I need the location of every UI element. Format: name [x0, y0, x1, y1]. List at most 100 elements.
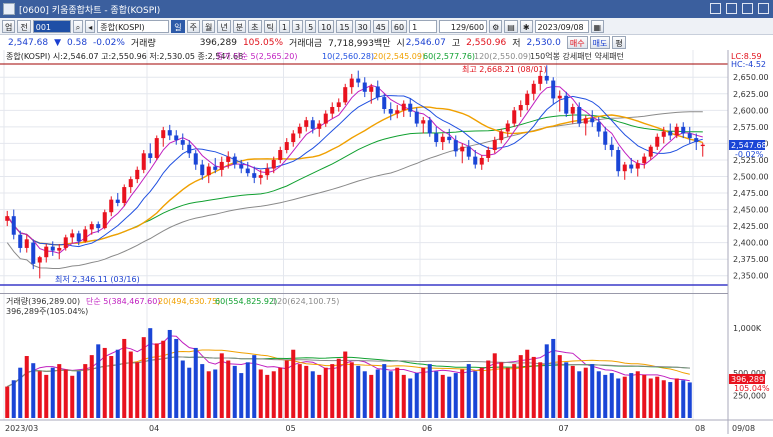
period-tick[interactable]: 틱: [263, 19, 277, 33]
volume-bar: [193, 347, 198, 418]
volume-bar: [655, 376, 660, 418]
volume-legend-main: 거래량(396,289.00): [6, 296, 80, 306]
price-axis-label: 2,400.00: [733, 239, 769, 248]
volume-bar: [583, 367, 588, 418]
price-volume-chart[interactable]: 종합(KOSPI) 시:2,546.07 고:2,550.96 저:2,530.…: [0, 50, 773, 434]
volume-bar: [356, 365, 361, 418]
volume-pct: 105.05%: [242, 37, 283, 48]
volume-bar: [499, 362, 504, 418]
period-year[interactable]: 년: [217, 19, 231, 33]
price-change-pct: -0.02%: [93, 37, 125, 48]
calendar-icon[interactable]: ▦: [590, 19, 605, 33]
window-controls: [710, 3, 769, 14]
period-month[interactable]: 월: [202, 19, 216, 33]
tick-value-input[interactable]: 1: [409, 19, 438, 33]
volume-bar: [349, 362, 354, 418]
open-value: 2,546.07: [405, 37, 446, 48]
amount-value: 7,718,993백만: [328, 39, 391, 49]
period-second[interactable]: 초: [248, 19, 262, 33]
volume-bar: [83, 364, 88, 418]
minimize-icon[interactable]: [726, 3, 737, 14]
price-axis-label: 2,500.00: [733, 172, 769, 181]
close-icon[interactable]: [758, 3, 769, 14]
period-day[interactable]: 일: [171, 19, 185, 33]
low-label: 저: [512, 39, 521, 49]
legend-ma120: 120(2,550.09): [474, 52, 531, 61]
minute-10[interactable]: 10: [318, 19, 335, 33]
volume-bar: [31, 363, 36, 418]
volume-bar: [128, 351, 133, 418]
restore-icon[interactable]: [710, 3, 721, 14]
date-field[interactable]: 2023/09/08: [534, 19, 589, 33]
time-axis-label: 09/08: [732, 424, 755, 433]
candle: [154, 135, 159, 160]
volume-bar: [70, 375, 75, 418]
quote-info-bar: 2,547.68 ▼ 0.58 -0.02% 거래량 396,289 105.0…: [0, 35, 773, 51]
volume-bar: [427, 364, 432, 418]
speaker-icon[interactable]: ◂: [85, 19, 96, 33]
price-axis-label: 2,475.00: [733, 189, 769, 198]
maximize-icon[interactable]: [742, 3, 753, 14]
low-annotation: 최저 2,346.11 (03/16): [55, 274, 140, 284]
market-select[interactable]: 업: [2, 19, 16, 33]
hc-label: HC:-4.52: [731, 60, 766, 69]
volume-bar: [408, 378, 413, 418]
save-icon[interactable]: ▤: [504, 19, 518, 33]
volume-bar: [343, 351, 348, 418]
eval-button[interactable]: 평: [612, 36, 626, 49]
volume-bar: [603, 374, 608, 418]
volume-bar: [161, 340, 166, 418]
volume-bar: [239, 373, 244, 418]
price-axis-label: 2,600.00: [733, 106, 769, 115]
volume-axis-label: 1,000K: [733, 324, 762, 333]
settings-icon[interactable]: ⚙: [489, 19, 503, 33]
legend-ma20: 20(2,545.09): [373, 52, 425, 61]
chart-area[interactable]: 종합(KOSPI) 시:2,546.07 고:2,550.96 저:2,530.…: [0, 50, 773, 434]
code-input[interactable]: 001: [32, 19, 71, 33]
minute-60[interactable]: 60: [390, 19, 408, 33]
volume-bar: [317, 374, 322, 418]
minute-3[interactable]: 3: [291, 19, 304, 33]
minute-5[interactable]: 5: [305, 19, 317, 33]
volume-bar: [453, 373, 458, 418]
volume-bar: [336, 358, 341, 418]
minute-45[interactable]: 45: [372, 19, 389, 33]
volume-bar: [687, 382, 692, 418]
period-minute[interactable]: 분: [232, 19, 247, 33]
price-axis-label: 2,375.00: [733, 255, 769, 264]
volume-bar: [5, 386, 10, 418]
gear-icon[interactable]: ✱: [519, 19, 533, 33]
volume-bar: [174, 338, 179, 418]
all-select[interactable]: 전: [17, 19, 31, 33]
minute-1[interactable]: 1: [278, 19, 290, 33]
last-volume-pct: 105.04%: [734, 384, 770, 393]
volume-bar: [297, 364, 302, 418]
volume-bar: [362, 371, 367, 418]
price-axis-label: 2,425.00: [733, 222, 769, 231]
volume-bar: [648, 378, 653, 418]
minute-30[interactable]: 30: [354, 19, 371, 33]
volume-bar: [187, 367, 192, 418]
volume-bar: [232, 365, 237, 418]
volume-bar: [330, 364, 335, 418]
volume-label: 거래량: [130, 39, 156, 49]
vol-legend-ma20: 20(494,630.75): [158, 297, 220, 306]
volume-bar: [538, 362, 543, 418]
volume-bar: [551, 338, 556, 418]
volume-bar: [492, 353, 497, 418]
time-axis-label: 08: [695, 424, 705, 433]
volume-bar: [122, 338, 127, 418]
legend-ma5: 종가 단순 5(2,565.20): [216, 51, 297, 61]
buy-button[interactable]: 매수: [566, 36, 588, 49]
volume-bar: [278, 367, 283, 418]
volume-bar: [382, 364, 387, 418]
volume-bar: [304, 365, 309, 418]
symbol-name[interactable]: 종합(KOSPI): [97, 19, 170, 33]
sell-button[interactable]: 매도: [589, 36, 611, 49]
period-week[interactable]: 주: [186, 19, 200, 33]
last-volume-value: 396,289: [731, 375, 764, 384]
count-field[interactable]: 129/600: [439, 19, 488, 33]
volume-bar: [622, 376, 627, 418]
search-icon[interactable]: ⌕: [72, 19, 84, 33]
minute-15[interactable]: 15: [336, 19, 353, 33]
